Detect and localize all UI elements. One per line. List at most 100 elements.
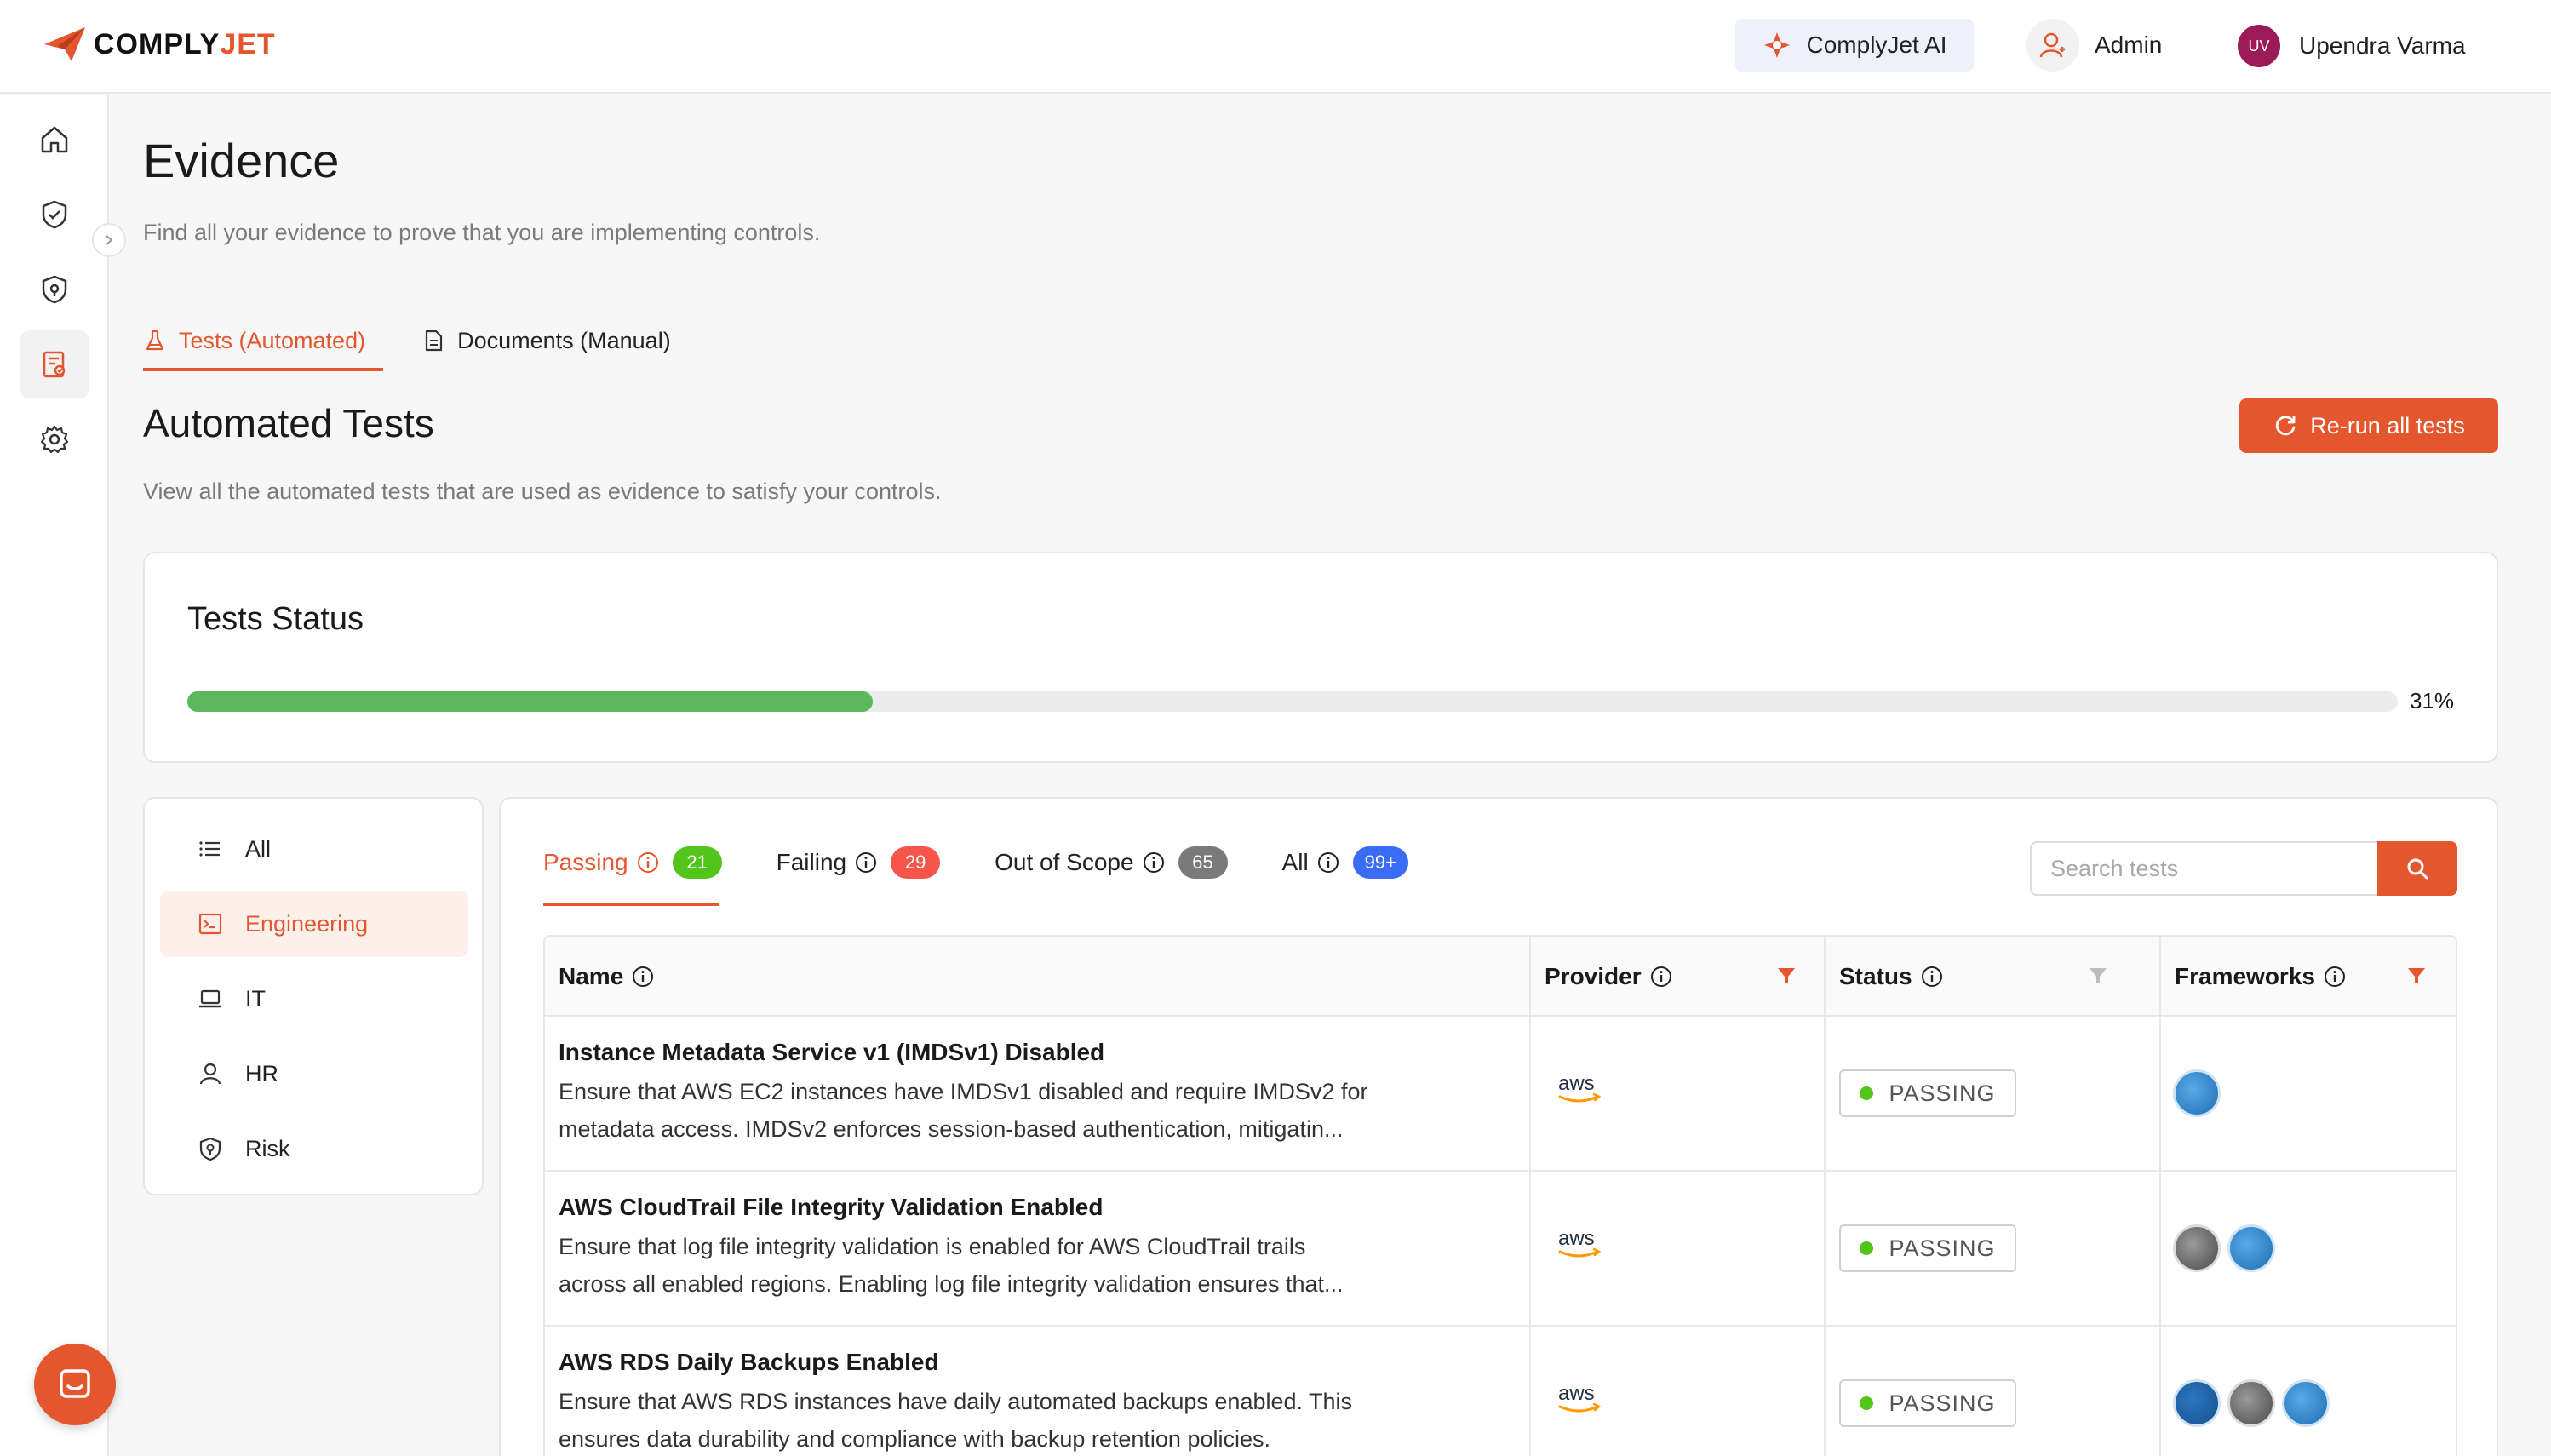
column-header-provider[interactable]: Provider <box>1531 937 1672 1017</box>
nav-controls[interactable] <box>20 181 89 249</box>
nav-evidence[interactable] <box>20 330 89 398</box>
status-badge: PASSING <box>1839 1379 2016 1427</box>
tests-progress-fill <box>187 691 873 712</box>
rerun-all-tests-button[interactable]: Re-run all tests <box>2239 398 2498 453</box>
nav-policies[interactable] <box>20 255 89 324</box>
tests-table: Name Provider Status Frameworks Instance… <box>543 935 2457 1456</box>
category-hr[interactable]: HR <box>160 1040 468 1107</box>
chat-icon <box>60 1369 90 1398</box>
category-engineering[interactable]: Engineering <box>160 891 468 957</box>
column-header-frameworks[interactable]: Frameworks <box>2161 937 2346 1017</box>
column-divider <box>1824 1172 1826 1327</box>
nav-home[interactable] <box>20 106 89 174</box>
complyjet-ai-button[interactable]: ComplyJet AI <box>1735 19 1974 72</box>
table-row[interactable]: AWS RDS Daily Backups Enabled Ensure tha… <box>545 1327 2456 1456</box>
test-description: metadata access. IMDSv2 enforces session… <box>559 1116 1344 1142</box>
column-divider <box>2159 1172 2161 1327</box>
column-divider <box>1529 1172 1531 1327</box>
passing-dot <box>1860 1086 1874 1100</box>
aws-logo-icon: aws <box>1558 1382 1602 1413</box>
test-description: Ensure that log file integrity validatio… <box>559 1234 1306 1259</box>
gear-icon <box>40 425 69 454</box>
person-icon <box>199 1063 221 1085</box>
filter-label: Out of Scope <box>995 849 1134 875</box>
filter-out-of-scope[interactable]: Out of Scope 65 <box>995 846 1228 879</box>
list-icon <box>199 841 220 857</box>
policy-shield-icon <box>42 275 67 304</box>
admin-user-icon <box>2026 19 2079 72</box>
sidebar-expand-button[interactable] <box>92 223 126 257</box>
tests-progress-percent: 31% <box>2410 688 2455 714</box>
category-label: IT <box>245 985 266 1012</box>
iso-badge-icon <box>2227 1379 2275 1427</box>
filter-passing[interactable]: Passing 21 <box>543 846 722 879</box>
paper-plane-logo-icon <box>44 27 85 61</box>
test-description: across all enabled regions. Enabling log… <box>559 1271 1344 1297</box>
section-subtitle: View all the automated tests that are us… <box>143 479 942 504</box>
filter-count-badge: 65 <box>1178 846 1228 879</box>
category-list: All Engineering IT HR Risk <box>143 797 484 1195</box>
aicpa-soc-badge-icon <box>2282 1379 2330 1427</box>
frameworks-filter-icon[interactable] <box>2406 966 2427 986</box>
search-button[interactable] <box>2377 841 2457 896</box>
nav-settings[interactable] <box>20 405 89 473</box>
filter-all[interactable]: All 99+ <box>1282 846 1408 879</box>
tab-tests-automated[interactable]: Tests (Automated) <box>143 315 365 366</box>
rerun-label: Re-run all tests <box>2310 412 2465 439</box>
provider-filter-icon[interactable] <box>1776 966 1797 986</box>
aws-logo-icon: aws <box>1558 1227 1602 1258</box>
status-filter-tabs: Passing 21 Failing 29 Out of Scope 65 Al… <box>543 846 1463 879</box>
filter-count-badge: 29 <box>891 846 941 879</box>
column-header-status[interactable]: Status <box>1826 937 1943 1017</box>
filter-failing[interactable]: Failing 29 <box>777 846 941 879</box>
tab-documents-manual[interactable]: Documents (Manual) <box>421 315 671 366</box>
active-tab-indicator <box>143 368 383 371</box>
refresh-icon <box>2276 416 2296 436</box>
test-title: Instance Metadata Service v1 (IMDSv1) Di… <box>559 1039 1105 1065</box>
table-row[interactable]: Instance Metadata Service v1 (IMDSv1) Di… <box>545 1017 2456 1172</box>
section-title: Automated Tests <box>143 401 434 445</box>
chat-launcher-button[interactable] <box>34 1344 116 1425</box>
brand-name: COMPLYJET <box>94 27 276 60</box>
page-subtitle: Find all your evidence to prove that you… <box>143 220 821 245</box>
admin-label: Admin <box>2095 32 2163 58</box>
evidence-icon <box>43 351 66 378</box>
column-header-name[interactable]: Name <box>545 937 654 1017</box>
sidebar <box>0 95 126 1456</box>
info-icon <box>2324 966 2345 987</box>
status-filter-icon[interactable] <box>2088 966 2108 986</box>
info-icon <box>1317 852 1339 873</box>
search-input[interactable] <box>2030 841 2379 896</box>
info-icon <box>1650 966 1671 987</box>
user-menu[interactable]: UV Upendra Varma <box>2238 24 2466 68</box>
filter-label: Passing <box>543 849 628 875</box>
test-description: ensures data durability and compliance w… <box>559 1426 1270 1452</box>
sparkle-icon <box>1763 32 1790 58</box>
test-name-cell: Instance Metadata Service v1 (IMDSv1) Di… <box>559 1039 1427 1148</box>
table-header: Name Provider Status Frameworks <box>545 937 2456 1017</box>
svg-text:aws: aws <box>1558 1382 1595 1405</box>
filter-count-badge: 21 <box>672 846 722 879</box>
test-name-cell: AWS RDS Daily Backups Enabled Ensure tha… <box>559 1349 1427 1456</box>
filter-count-badge: 99+ <box>1352 846 1408 879</box>
aicpa-soc-badge-icon <box>2227 1224 2275 1272</box>
passing-dot <box>1860 1241 1874 1255</box>
category-all[interactable]: All <box>160 816 468 882</box>
user-name: Upendra Varma <box>2299 32 2466 59</box>
category-label: All <box>245 835 272 862</box>
brand-logo[interactable]: COMPLYJET <box>43 26 276 63</box>
column-divider <box>1529 1327 1531 1456</box>
tests-status-title: Tests Status <box>187 601 364 637</box>
table-row[interactable]: AWS CloudTrail File Integrity Validation… <box>545 1172 2456 1327</box>
active-filter-indicator <box>543 903 719 906</box>
category-it[interactable]: IT <box>160 966 468 1032</box>
info-icon <box>1143 852 1164 873</box>
admin-menu[interactable]: Admin <box>2026 19 2162 72</box>
search-icon <box>2407 858 2428 880</box>
info-icon <box>1921 966 1942 987</box>
shield-check-icon <box>42 200 67 229</box>
category-risk[interactable]: Risk <box>160 1115 468 1182</box>
chevron-right-icon <box>106 235 113 245</box>
tests-table-card: Passing 21 Failing 29 Out of Scope 65 Al… <box>499 797 2498 1456</box>
flask-icon <box>146 330 164 351</box>
